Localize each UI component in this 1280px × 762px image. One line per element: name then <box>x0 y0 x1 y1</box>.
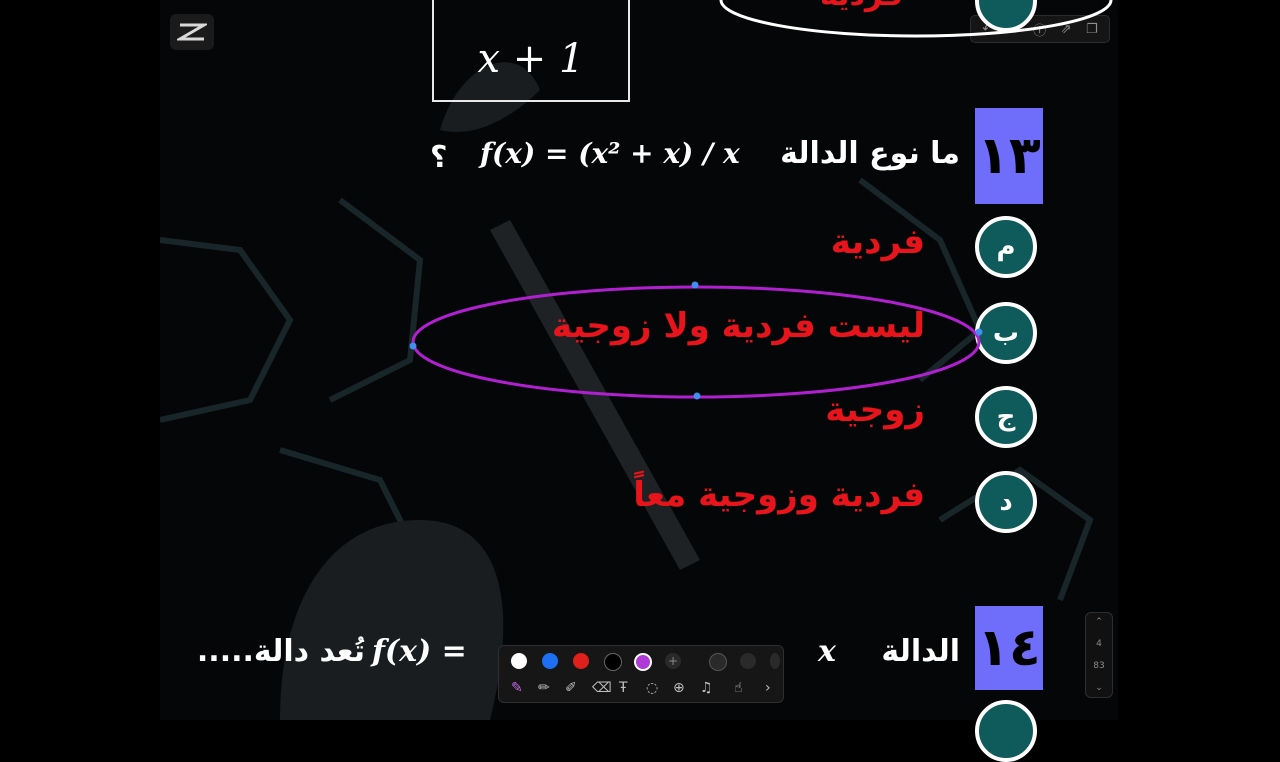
page-navigator: ⌃ 4 83 ⌄ <box>1085 612 1113 698</box>
add-icon[interactable]: ⊕ <box>673 680 685 696</box>
next-option-circle <box>975 700 1037 762</box>
color-red-swatch[interactable] <box>573 653 589 669</box>
question-13-formula: f(x) = (x² + x) / x <box>480 136 740 171</box>
text-icon[interactable]: Ŧ <box>619 680 628 696</box>
prev-option-text: فردية <box>820 0 903 13</box>
selection-handle-top[interactable] <box>691 281 699 289</box>
app-logo-button[interactable] <box>170 14 214 50</box>
selection-handle-left[interactable] <box>409 342 417 350</box>
page-total: 83 <box>1093 661 1105 671</box>
question-14-number: ١٤ <box>975 606 1043 690</box>
gesture-icon[interactable]: ☝ <box>734 680 743 696</box>
answer-selection-ellipse[interactable] <box>405 280 990 404</box>
prev-question-ellipse <box>719 0 1113 38</box>
color-white-swatch[interactable] <box>511 653 527 669</box>
chevron-right-icon[interactable]: › <box>765 680 771 696</box>
question-13-prefix: ما نوع الدالة <box>780 136 960 171</box>
pen-toolbar: + ✎ ✏ ✐ ⌫ Ŧ ◌ ⊕ ♫ ☝ › <box>498 645 784 703</box>
page-up-icon[interactable]: ⌃ <box>1095 617 1103 627</box>
add-color-button[interactable]: + <box>665 653 681 669</box>
question-14-suffix: تُعد دالة..... <box>196 634 365 669</box>
option-a-circle: م <box>975 216 1037 278</box>
stroke-size-medium[interactable] <box>740 653 756 669</box>
question-14-formula-a: x <box>818 634 836 669</box>
capcut-logo-icon <box>177 23 207 41</box>
pencil-icon[interactable]: ✏ <box>538 680 550 696</box>
highlighter-icon[interactable]: ✐ <box>565 680 577 696</box>
question-14-prefix: الدالة <box>881 634 960 669</box>
eraser-icon[interactable]: ⌫ <box>592 680 612 696</box>
stroke-size-large[interactable] <box>770 653 780 669</box>
option-d-text: فردية وزوجية معاً <box>633 475 925 515</box>
question-14-formula-b: f(x) = <box>372 634 467 669</box>
color-purple-swatch[interactable] <box>634 653 652 671</box>
question-13-mark: ؟ <box>430 140 448 175</box>
boxed-expression: x + 1 <box>432 0 630 102</box>
pen-icon[interactable]: ✎ <box>511 680 523 696</box>
option-a-text: فردية <box>830 222 925 262</box>
stroke-size-small[interactable] <box>709 653 727 671</box>
question-13-math: f(x) = (x² + x) / x <box>480 137 740 170</box>
selection-handle-bottom[interactable] <box>693 392 701 400</box>
lasso-icon[interactable]: ◌ <box>646 680 658 696</box>
option-d-circle: د <box>975 471 1037 533</box>
color-blue-swatch[interactable] <box>542 653 558 669</box>
selection-handle-right[interactable] <box>975 328 983 336</box>
mic-icon[interactable]: ♫ <box>700 680 713 696</box>
question-13-number: ١٣ <box>975 108 1043 204</box>
question-13-text: ما نوع الدالة <box>780 136 960 171</box>
page-current: 4 <box>1096 639 1102 649</box>
color-black-swatch[interactable] <box>604 653 622 671</box>
page-down-icon[interactable]: ⌄ <box>1095 683 1103 693</box>
